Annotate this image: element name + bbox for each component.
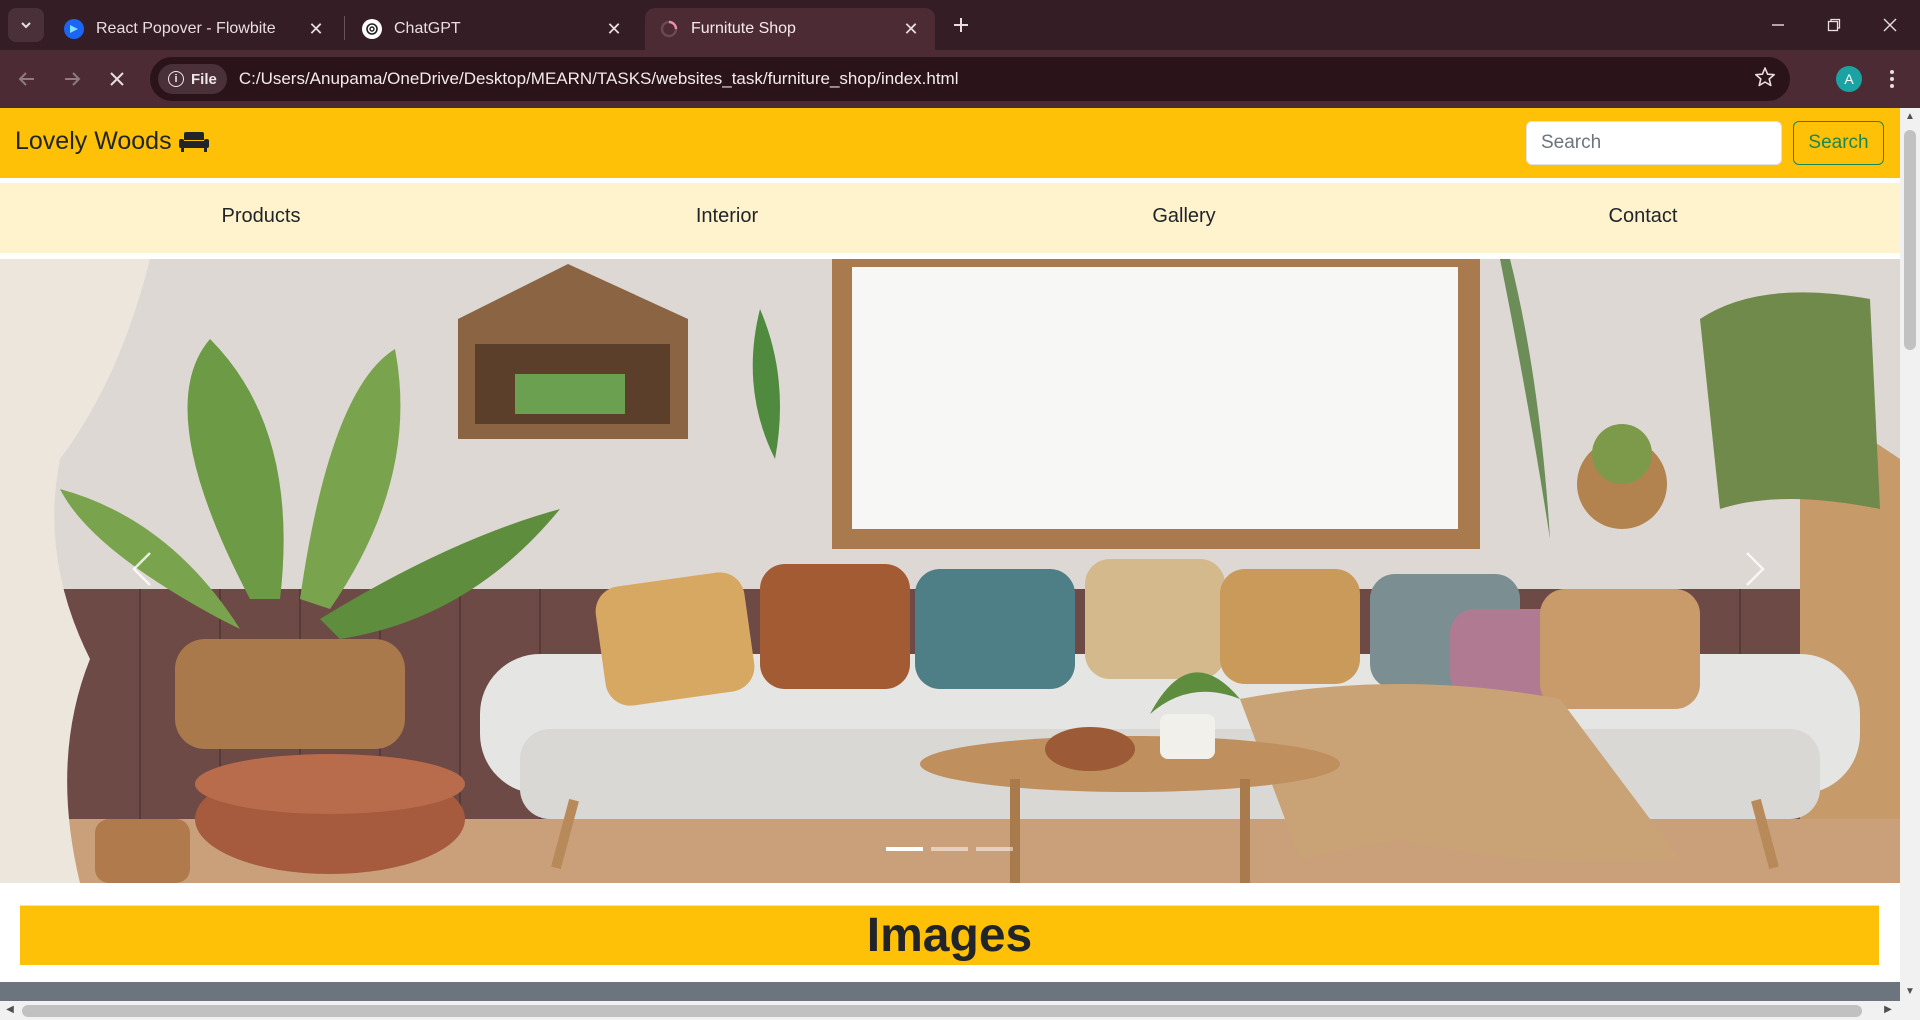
tab-title: React Popover - Flowbite <box>96 20 276 37</box>
carousel-indicator-2[interactable] <box>931 847 968 851</box>
scroll-down-icon[interactable]: ▼ <box>1904 986 1916 998</box>
close-icon <box>110 72 124 86</box>
scrollbar-thumb[interactable] <box>22 1005 1862 1017</box>
new-tab-button[interactable] <box>946 10 976 40</box>
search-button[interactable]: Search <box>1793 121 1884 165</box>
flowbite-icon <box>64 19 84 39</box>
restore-icon <box>1827 18 1841 32</box>
brand-link[interactable]: Lovely Woods <box>15 127 210 156</box>
close-icon[interactable]: ✕ <box>604 19 624 39</box>
site-navbar: Lovely Woods Search <box>0 108 1900 178</box>
info-icon: i <box>168 71 184 87</box>
browser-tab-strip: React Popover - Flowbite ✕ ChatGPT ✕ Fur… <box>0 0 1920 50</box>
hero-carousel <box>0 259 1900 883</box>
horizontal-scrollbar[interactable]: ◀ ▶ <box>0 1001 1920 1020</box>
browser-menu-button[interactable] <box>1880 62 1904 96</box>
menu-item-gallery[interactable]: Gallery <box>1152 205 1215 228</box>
menu-item-products[interactable]: Products <box>222 205 301 228</box>
tab-furniture-shop[interactable]: Furnitute Shop ✕ <box>645 8 935 50</box>
more-vertical-icon <box>1890 70 1894 88</box>
close-icon[interactable]: ✕ <box>901 19 921 39</box>
arrow-left-icon <box>18 72 34 86</box>
browser-toolbar: i File C:/Users/Anupama/OneDrive/Desktop… <box>0 50 1920 108</box>
carousel-slide-image <box>0 259 1900 883</box>
carousel-indicator-3[interactable] <box>976 847 1013 851</box>
tab-divider <box>344 16 345 40</box>
section-heading: Images <box>866 909 1033 962</box>
site-info-label: File <box>191 70 217 88</box>
restore-button[interactable] <box>1806 0 1862 50</box>
carousel-next-button[interactable] <box>1735 539 1775 599</box>
menu-item-interior[interactable]: Interior <box>696 205 758 228</box>
tab-chatgpt[interactable]: ChatGPT ✕ <box>348 8 638 50</box>
scroll-left-icon[interactable]: ◀ <box>4 1004 16 1016</box>
stop-loading-button[interactable] <box>100 62 134 96</box>
loading-spinner-icon <box>659 19 679 39</box>
minimize-icon <box>1772 24 1784 26</box>
close-icon[interactable]: ✕ <box>306 19 326 39</box>
chevron-left-icon <box>132 552 151 586</box>
back-button[interactable] <box>10 62 44 96</box>
site-info-chip[interactable]: i File <box>158 64 227 94</box>
address-bar[interactable]: i File C:/Users/Anupama/OneDrive/Desktop… <box>150 57 1790 101</box>
forward-button[interactable] <box>55 62 89 96</box>
scroll-right-icon[interactable]: ▶ <box>1882 1004 1894 1016</box>
tab-title: Furnitute Shop <box>691 20 796 37</box>
page-viewport: Lovely Woods Search Products Interior Ga… <box>0 108 1900 1001</box>
minimize-button[interactable] <box>1750 0 1806 50</box>
profile-avatar[interactable]: A <box>1836 66 1862 92</box>
category-menu: Products Interior Gallery Contact <box>0 183 1900 253</box>
arrow-right-icon <box>65 72 81 86</box>
bookmark-star-icon[interactable] <box>1754 66 1776 94</box>
vertical-scrollbar[interactable]: ▲ ▼ <box>1900 108 1920 1001</box>
close-icon <box>1883 18 1897 32</box>
plus-icon <box>954 18 968 32</box>
search-input[interactable] <box>1526 121 1782 165</box>
tab-search-button[interactable] <box>8 8 44 42</box>
chevron-right-icon <box>1746 552 1765 586</box>
close-window-button[interactable] <box>1862 0 1918 50</box>
images-section-header: Images <box>20 905 1879 965</box>
gallery-section-top <box>0 982 1900 1001</box>
scroll-up-icon[interactable]: ▲ <box>1904 111 1916 123</box>
url-text[interactable]: C:/Users/Anupama/OneDrive/Desktop/MEARN/… <box>239 69 959 89</box>
scrollbar-thumb[interactable] <box>1904 130 1916 350</box>
chevron-down-icon <box>21 22 31 29</box>
chatgpt-icon <box>362 19 382 39</box>
carousel-prev-button[interactable] <box>122 539 162 599</box>
menu-item-contact[interactable]: Contact <box>1609 205 1678 228</box>
brand-name: Lovely Woods <box>15 127 172 155</box>
couch-icon <box>178 131 209 152</box>
tab-title: ChatGPT <box>394 20 461 37</box>
carousel-indicator-1[interactable] <box>886 847 923 851</box>
tab-react-popover[interactable]: React Popover - Flowbite ✕ <box>50 8 340 50</box>
